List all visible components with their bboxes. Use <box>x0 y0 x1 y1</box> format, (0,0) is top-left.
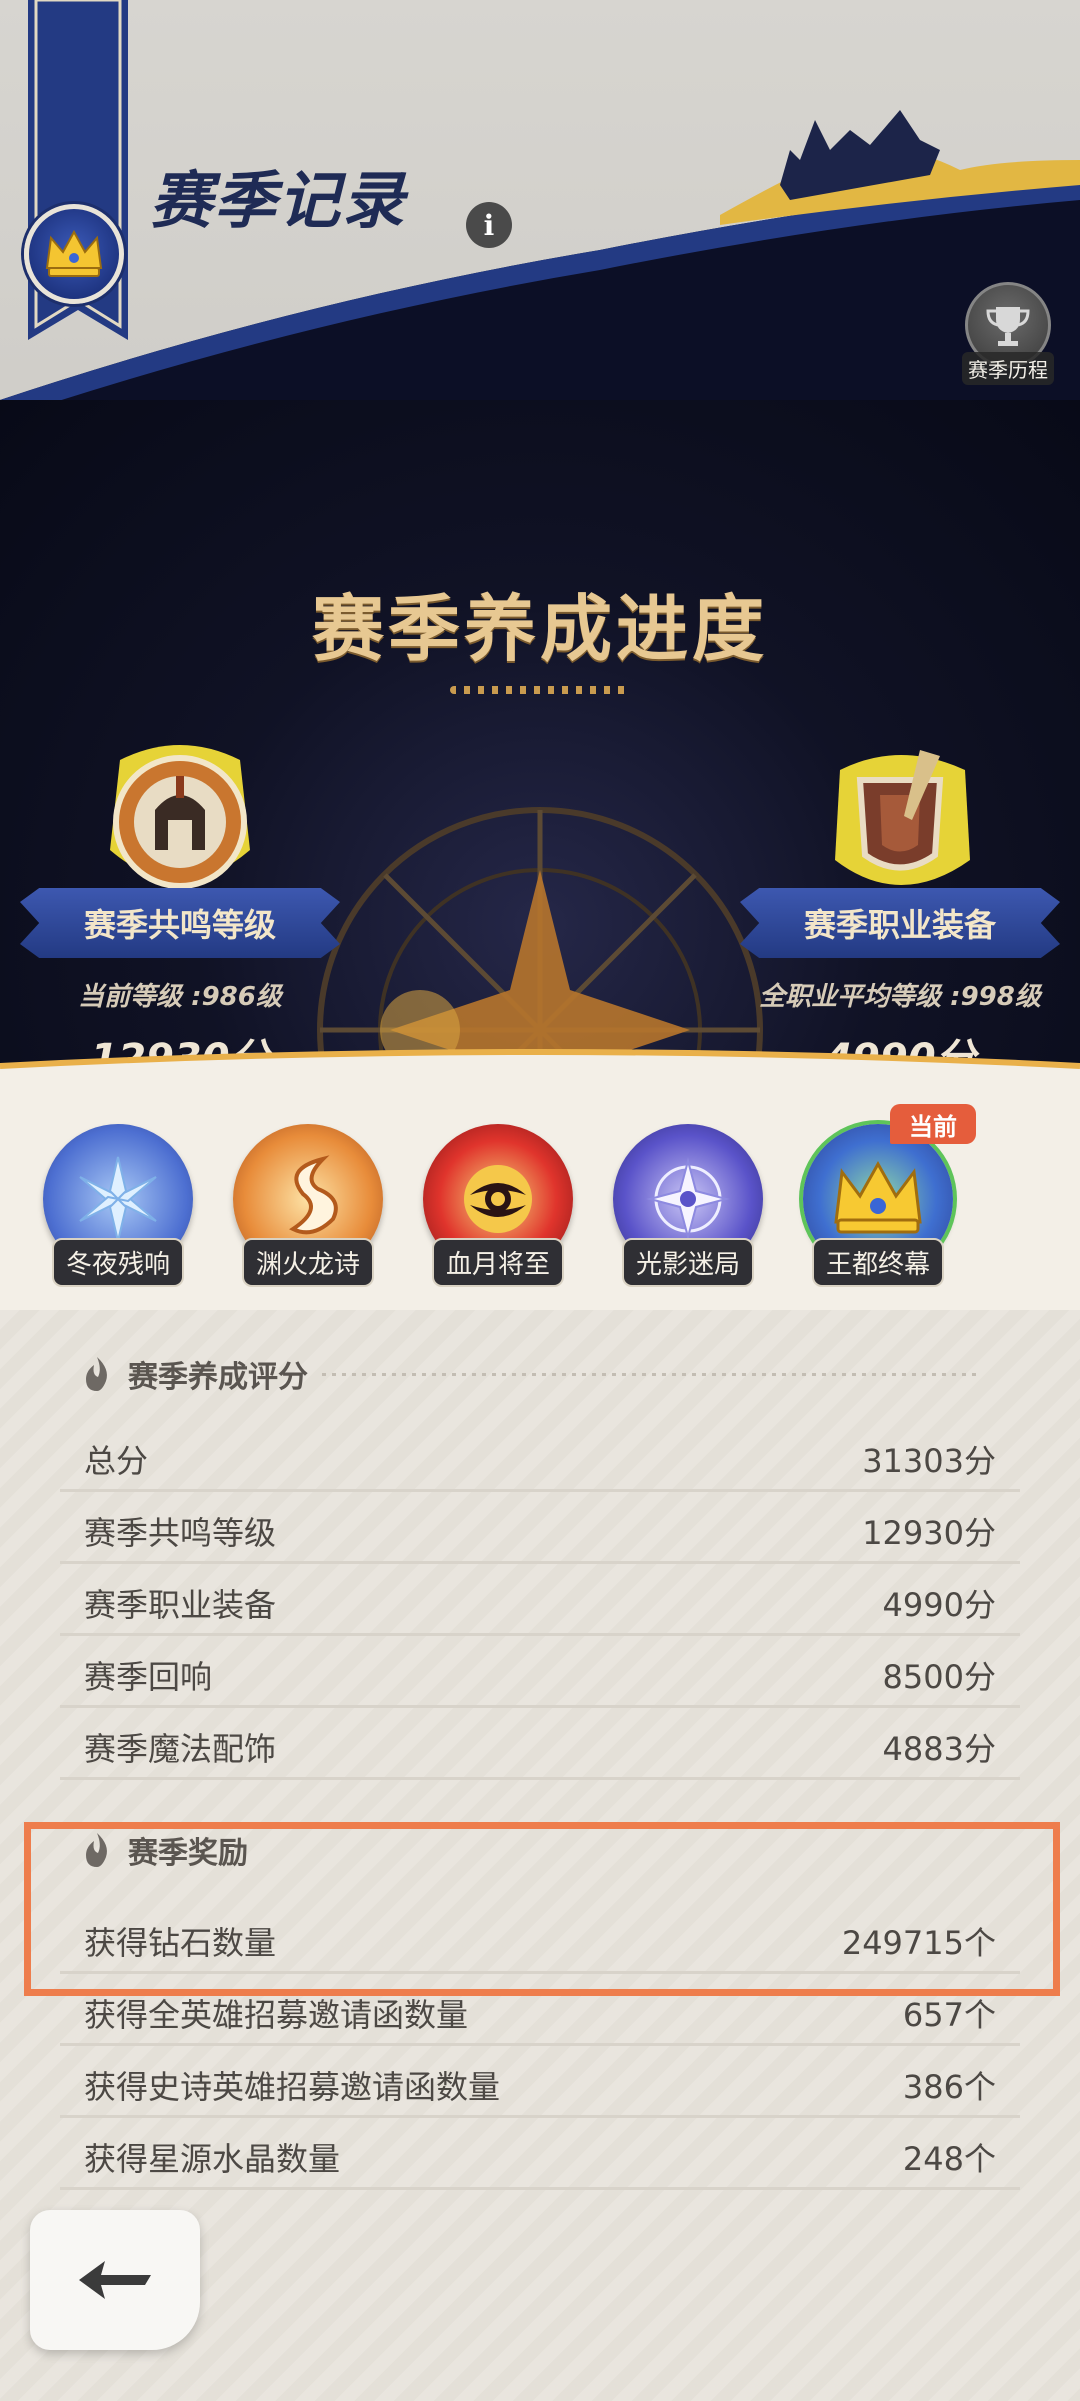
section-divider <box>322 1372 982 1376</box>
season-item-dragon-fire[interactable]: 渊火龙诗 <box>228 1124 388 1294</box>
season-label: 王都终幕 <box>811 1238 944 1287</box>
row-value: 657个 <box>902 1996 996 2034</box>
row-value: 4883分 <box>882 1730 996 1768</box>
row-value: 248个 <box>902 2140 996 2178</box>
row-label: 赛季职业装备 <box>84 1586 277 1624</box>
class-equipment-label: 赛季职业装备 <box>740 888 1060 958</box>
resonance-level-current: 当前等级 :986级 <box>78 982 282 1012</box>
score-row-total: 总分 31303分 <box>60 1422 1020 1492</box>
row-label: 赛季共鸣等级 <box>84 1514 277 1552</box>
crown-icon <box>45 229 103 277</box>
header-ribbon <box>28 0 128 340</box>
score-row-echo: 赛季回响 8500分 <box>60 1638 1020 1708</box>
reward-row-star-crystals: 获得星源水晶数量 248个 <box>60 2120 1020 2190</box>
season-label: 光影迷局 <box>621 1238 754 1287</box>
progress-title: 赛季养成进度 <box>311 586 768 671</box>
current-season-badge: 当前 <box>890 1104 976 1144</box>
back-arrow-icon <box>79 2261 151 2299</box>
row-label: 总分 <box>84 1442 149 1480</box>
class-equipment-card[interactable]: 赛季职业装备 全职业平均等级 :998级 4990分 <box>740 720 1060 1100</box>
season-label: 冬夜残响 <box>51 1238 184 1287</box>
season-label: 渊火龙诗 <box>241 1238 374 1287</box>
info-icon[interactable]: i <box>466 202 512 248</box>
row-label: 获得全英雄招募邀请函数量 <box>84 1996 469 2034</box>
row-label: 赛季魔法配饰 <box>84 1730 277 1768</box>
score-section-header: 赛季养成评分 <box>80 1352 982 1396</box>
row-label: 获得史诗英雄招募邀请函数量 <box>84 2068 501 2106</box>
resonance-level-card[interactable]: 赛季共鸣等级 当前等级 :986级 12930分 <box>20 720 340 1100</box>
season-item-royal-capital[interactable]: 王都终幕 <box>798 1124 958 1294</box>
score-row-accessory: 赛季魔法配饰 4883分 <box>60 1710 1020 1780</box>
row-value: 8500分 <box>882 1658 996 1696</box>
back-button[interactable] <box>30 2210 200 2350</box>
flame-icon <box>86 1357 107 1391</box>
season-history-label: 赛季历程 <box>962 352 1054 385</box>
page-title: 赛季记录 <box>150 164 407 237</box>
row-value: 12930分 <box>862 1514 996 1552</box>
spartan-helmet-icon <box>110 745 250 889</box>
season-item-blood-moon[interactable]: 血月将至 <box>418 1124 578 1294</box>
score-section-title: 赛季养成评分 <box>128 1360 308 1395</box>
season-item-light-shadow[interactable]: 光影迷局 <box>608 1124 768 1294</box>
reward-row-epic-hero-invites: 获得史诗英雄招募邀请函数量 386个 <box>60 2048 1020 2118</box>
row-label: 赛季回响 <box>84 1658 213 1696</box>
score-row-resonance: 赛季共鸣等级 12930分 <box>60 1494 1020 1564</box>
season-item-winter[interactable]: 冬夜残响 <box>38 1124 198 1294</box>
header: 赛季记录 i 赛季历程 <box>0 0 1080 430</box>
row-value: 31303分 <box>862 1442 996 1480</box>
class-equipment-average: 全职业平均等级 :998级 <box>759 982 1041 1012</box>
resonance-level-label: 赛季共鸣等级 <box>20 888 340 958</box>
shield-sword-icon <box>835 750 970 885</box>
season-selector: 冬夜残响 渊火龙诗 血月将至 光影迷局 王都终幕 当前 <box>0 1080 1080 1310</box>
score-row-equipment: 赛季职业装备 4990分 <box>60 1566 1020 1636</box>
row-value: 386个 <box>902 2068 996 2106</box>
season-history-button[interactable]: 赛季历程 <box>956 282 1060 386</box>
season-label: 血月将至 <box>431 1238 564 1287</box>
row-value: 4990分 <box>882 1586 996 1624</box>
season-emblem <box>24 204 124 304</box>
progress-panel: 赛季养成进度 赛季共鸣等级 当前等级 :986级 12930分 赛季职业装备 全… <box>0 400 1080 1100</box>
highlight-box <box>24 1822 1060 1996</box>
row-label: 获得星源水晶数量 <box>84 2140 341 2178</box>
title-divider <box>450 686 630 694</box>
